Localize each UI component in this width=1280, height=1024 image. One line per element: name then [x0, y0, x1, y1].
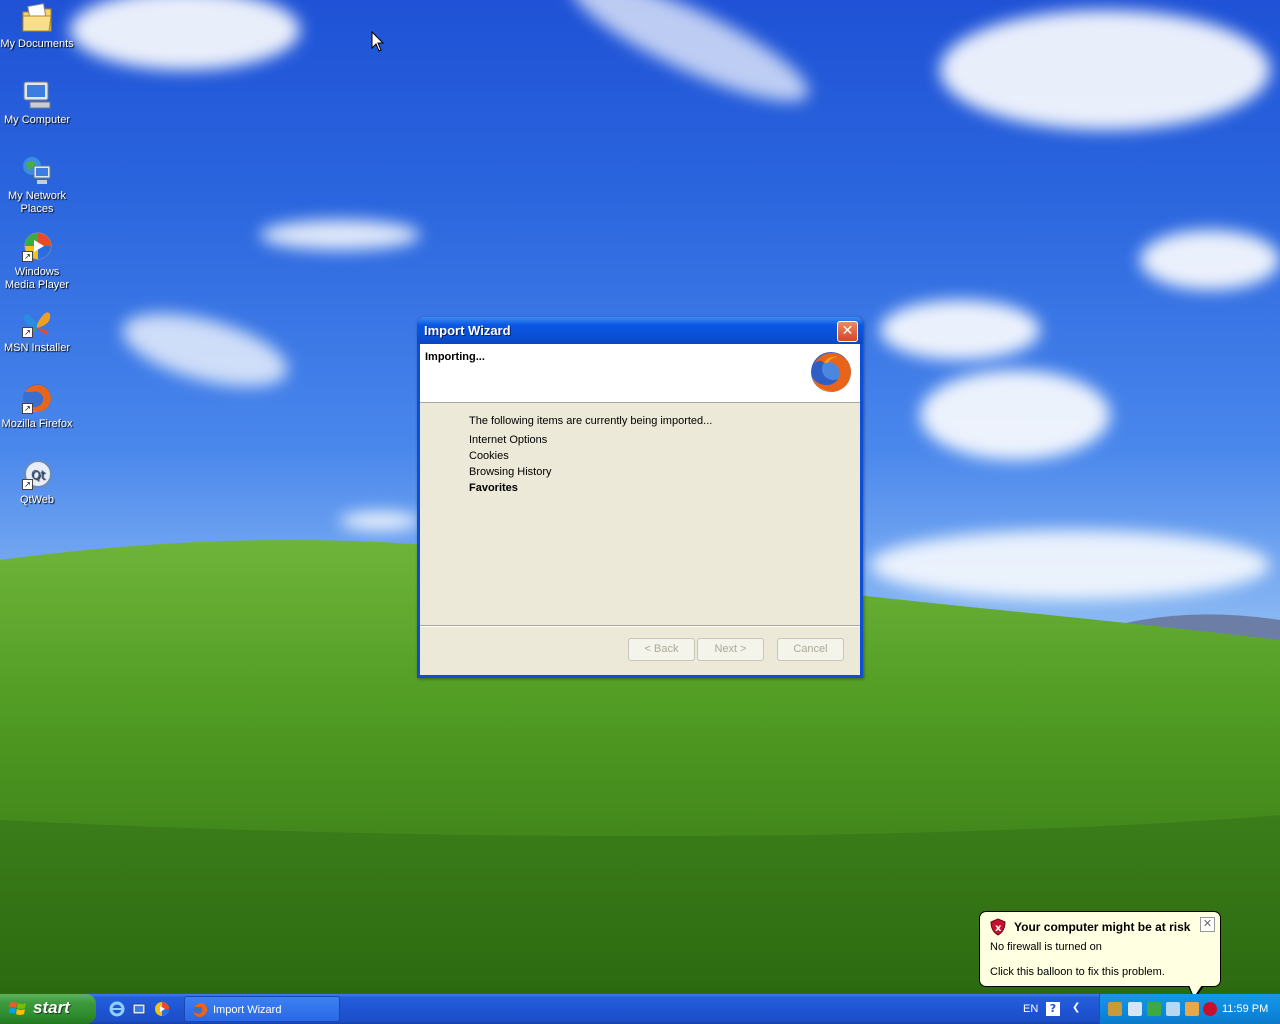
svg-text:x: x [995, 923, 1002, 934]
chevron-left-icon[interactable]: ❮ [1072, 1002, 1080, 1013]
balloon-title: Your computer might be at risk [1014, 920, 1191, 934]
shortcut-arrow-icon: ↗ [22, 251, 33, 262]
desktop-icon-label: MSN Installer [3, 342, 71, 354]
svg-text:Qt: Qt [31, 468, 45, 482]
desktop-icon-qtweb[interactable]: Qt ↗ QtWeb [0, 458, 74, 507]
desktop-icon-label: My Documents [0, 38, 74, 50]
security-shield-icon[interactable] [1203, 1002, 1217, 1016]
start-button[interactable]: start [0, 994, 96, 1024]
import-item-favorites: Favorites [469, 482, 518, 494]
clock[interactable]: 11:59 PM [1222, 1003, 1268, 1015]
import-item-browsing-history: Browsing History [469, 466, 552, 478]
network-connection-icon[interactable] [1108, 1002, 1122, 1016]
desktop-icon-windows-media-player[interactable]: ↗ Windows Media Player [0, 230, 74, 292]
security-shield-icon: x [990, 918, 1006, 936]
cancel-button[interactable]: Cancel [777, 638, 844, 661]
desktop-icon-msn-installer[interactable]: ↗ MSN Installer [0, 306, 74, 355]
desktop-icon-my-computer[interactable]: My Computer [0, 78, 74, 127]
display-icon[interactable] [1128, 1002, 1142, 1016]
language-indicator[interactable]: EN [1023, 1003, 1038, 1015]
import-wizard-dialog: Import Wizard ✕ Importing... The followi… [417, 317, 863, 678]
balloon-close-button[interactable]: ✕ [1200, 917, 1215, 932]
internet-explorer-icon[interactable] [109, 1001, 125, 1017]
dialog-body: Importing... The following items are cur… [420, 344, 860, 675]
balloon-message: No firewall is turned on [990, 941, 1102, 953]
media-player-icon[interactable] [154, 1001, 170, 1017]
shortcut-arrow-icon: ↗ [22, 479, 33, 490]
desktop-icon-label: My Computer [3, 114, 71, 126]
help-icon[interactable]: ? [1046, 1002, 1060, 1016]
balloon-action-text: Click this balloon to fix this problem. [990, 966, 1165, 978]
import-intro-text: The following items are currently being … [469, 415, 713, 427]
security-balloon[interactable]: x Your computer might be at risk No fire… [979, 911, 1221, 987]
desktop-icon-label: Mozilla Firefox [1, 418, 73, 430]
back-button[interactable]: < Back [628, 638, 695, 661]
dialog-header: Importing... [420, 344, 860, 403]
desktop-icon-label: Windows Media Player [4, 266, 70, 291]
computer-icon [23, 81, 51, 109]
safely-remove-hardware-icon[interactable] [1185, 1002, 1199, 1016]
network-places-icon [23, 157, 51, 184]
close-icon: ✕ [841, 323, 854, 339]
dialog-title: Import Wizard [424, 323, 511, 338]
dialog-heading: Importing... [425, 351, 485, 363]
desktop-icon-my-documents[interactable]: My Documents [0, 2, 74, 51]
shortcut-arrow-icon: ↗ [22, 327, 33, 338]
shortcut-arrow-icon: ↗ [22, 403, 33, 414]
network-cable-icon[interactable] [1166, 1002, 1180, 1016]
firefox-logo-icon [811, 352, 851, 392]
next-button[interactable]: Next > [697, 638, 764, 661]
desktop-icon-mozilla-firefox[interactable]: ↗ Mozilla Firefox [0, 382, 74, 431]
desktop-icon-my-network-places[interactable]: My Network Places [0, 154, 74, 216]
close-button[interactable]: ✕ [837, 321, 858, 342]
windows-flag-icon [9, 1002, 26, 1015]
folder-documents-icon [22, 3, 52, 32]
close-icon: ✕ [1202, 918, 1213, 930]
show-desktop-icon[interactable] [131, 1001, 147, 1017]
taskbar-item-import-wizard[interactable]: Import Wizard [184, 996, 340, 1022]
firefox-icon [193, 1002, 208, 1017]
import-items-list: The following items are currently being … [469, 415, 712, 496]
import-item-cookies: Cookies [469, 450, 509, 462]
import-item-internet-options: Internet Options [469, 434, 548, 446]
taskbar: start Import Wizard EN ? ❮ 11:59 PM [0, 994, 1280, 1024]
updates-icon[interactable] [1147, 1002, 1161, 1016]
dialog-separator [420, 625, 860, 627]
desktop-icon-label: QtWeb [19, 494, 55, 506]
dialog-titlebar[interactable]: Import Wizard ✕ [417, 317, 863, 344]
task-label: Import Wizard [213, 1004, 282, 1016]
desktop-icon-label: My Network Places [7, 190, 67, 215]
system-tray: 11:59 PM [1099, 994, 1280, 1024]
mouse-cursor-icon [371, 31, 385, 52]
start-label: start [33, 998, 70, 1017]
